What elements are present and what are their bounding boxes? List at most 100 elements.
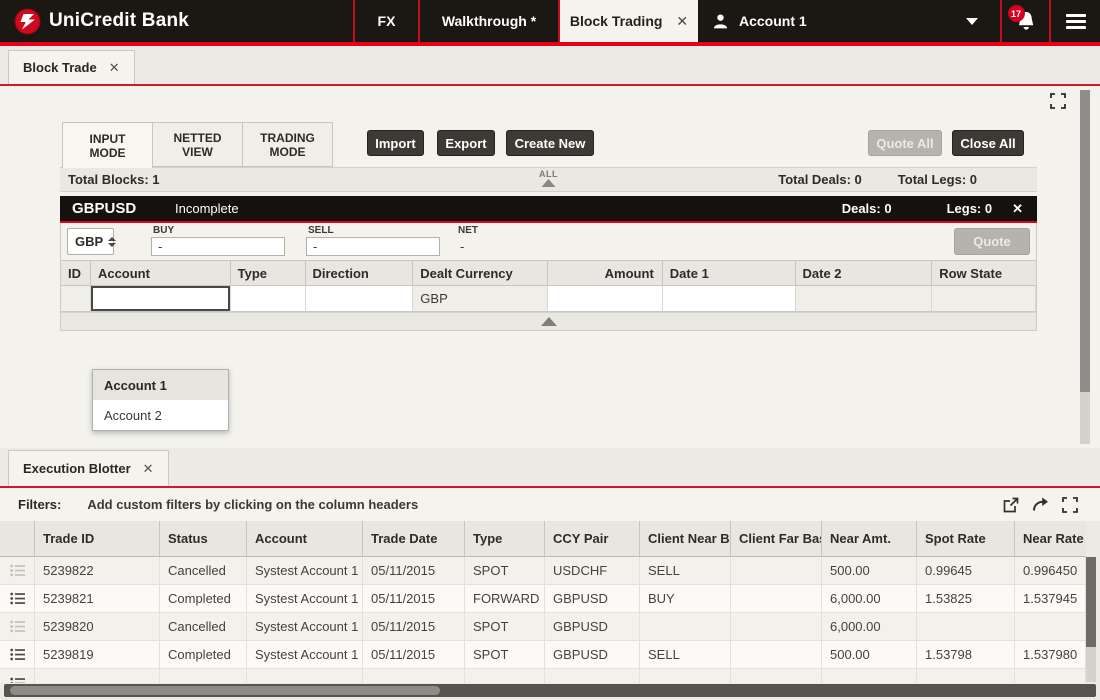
- sell-input[interactable]: [306, 237, 440, 256]
- blotter-header-type[interactable]: Type: [465, 521, 545, 557]
- blotter-header-spot-rate[interactable]: Spot Rate: [917, 521, 1015, 557]
- collapse-up-icon[interactable]: [540, 317, 557, 326]
- blotter-header-trade-id[interactable]: Trade ID: [35, 521, 160, 557]
- cell-account: Systest Account 1: [247, 613, 363, 641]
- cell-trade-date: 05/11/2015: [363, 585, 465, 613]
- blotter-table: Trade ID Status Account Trade Date Type …: [0, 521, 1086, 683]
- grid-header-amount[interactable]: Amount: [548, 260, 663, 286]
- grid-header-row-state[interactable]: Row State: [932, 260, 1036, 286]
- blotter-header-ccy-pair[interactable]: CCY Pair: [545, 521, 640, 557]
- tab-input-mode-line2: MODE: [89, 145, 126, 160]
- spinner-arrows-icon: [108, 236, 117, 247]
- tab-walkthrough[interactable]: Walkthrough *: [418, 0, 558, 42]
- notifications-button[interactable]: 17: [1000, 0, 1049, 42]
- row-menu-cell[interactable]: [0, 585, 35, 613]
- block-collapse-strip: [61, 312, 1036, 330]
- quote-all-button[interactable]: Quote All: [868, 130, 942, 156]
- table-row[interactable]: 5239821 Completed Systest Account 1 05/1…: [0, 585, 1086, 613]
- table-row[interactable]: 5239822 Cancelled Systest Account 1 05/1…: [0, 557, 1086, 585]
- blotter-header-account[interactable]: Account: [247, 521, 363, 557]
- create-new-button[interactable]: Create New: [506, 130, 594, 156]
- table-row[interactable]: 5239819 Completed Systest Account 1 05/1…: [0, 641, 1086, 669]
- close-icon[interactable]: ✕: [1012, 201, 1023, 217]
- tab-block-trade[interactable]: Block Trade ✕: [8, 50, 135, 84]
- blotter-header-trade-date[interactable]: Trade Date: [363, 521, 465, 557]
- grid-header-date1[interactable]: Date 1: [662, 260, 796, 286]
- account-selector[interactable]: Account 1: [698, 0, 1000, 42]
- tab-netted-view[interactable]: NETTED VIEW: [152, 122, 243, 167]
- account-option-1[interactable]: Account 1: [93, 370, 228, 400]
- blotter-header-near-amt[interactable]: Near Amt.: [822, 521, 917, 557]
- scrollbar-thumb[interactable]: [1086, 557, 1096, 647]
- tab-execution-blotter[interactable]: Execution Blotter ✕: [8, 450, 169, 486]
- table-row[interactable]: 5239820 Cancelled Systest Account 1 05/1…: [0, 613, 1086, 641]
- execution-blotter-panel: Execution Blotter ✕ Filters: Add custom …: [0, 448, 1100, 700]
- close-all-button[interactable]: Close All: [952, 130, 1024, 156]
- import-button[interactable]: Import: [367, 130, 424, 156]
- cell-near-rate: 1.537980: [1015, 641, 1086, 669]
- cell-type: FORWARD: [465, 585, 545, 613]
- tab-trading-mode[interactable]: TRADING MODE: [242, 122, 333, 167]
- row-menu-cell[interactable]: [0, 641, 35, 669]
- cell-spot-rate: 1.53825: [917, 585, 1015, 613]
- cell-trade-id: 5239821: [35, 585, 160, 613]
- grid-header-id[interactable]: ID: [61, 260, 91, 286]
- scrollbar-thumb[interactable]: [10, 686, 440, 695]
- blotter-header-status[interactable]: Status: [160, 521, 247, 557]
- expand-icon[interactable]: [1050, 93, 1066, 114]
- account-dropdown: Account 1 Account 2: [92, 369, 229, 431]
- grid-header-type[interactable]: Type: [230, 260, 306, 286]
- row-menu-icon[interactable]: [9, 620, 25, 633]
- blotter-header-near-rate[interactable]: Near Rate: [1015, 521, 1086, 557]
- row-menu-icon[interactable]: [9, 648, 25, 661]
- menu-button[interactable]: [1049, 0, 1100, 42]
- grid-cell-row-state: [932, 286, 1036, 312]
- close-icon[interactable]: ✕: [109, 60, 120, 76]
- row-menu-cell[interactable]: [0, 613, 35, 641]
- vertical-scrollbar[interactable]: [1080, 90, 1090, 444]
- cell-spot-rate: [917, 613, 1015, 641]
- vertical-scrollbar[interactable]: [1086, 557, 1096, 682]
- grid-header-date2[interactable]: Date 2: [795, 260, 933, 286]
- blotter-header-client-near-base[interactable]: Client Near Base: [640, 521, 731, 557]
- row-menu-icon[interactable]: [9, 564, 25, 577]
- collapse-all-control[interactable]: ALL: [539, 169, 558, 187]
- hamburger-icon: [1065, 11, 1086, 32]
- block-pair: GBPUSD: [72, 200, 137, 217]
- tab-block-trading-label: Block Trading: [569, 13, 663, 29]
- tab-block-trading[interactable]: Block Trading ✕: [558, 0, 698, 42]
- currency-select[interactable]: GBP: [67, 228, 117, 255]
- grid-cell-amount[interactable]: [548, 286, 663, 312]
- grid-header-account[interactable]: Account: [90, 260, 231, 286]
- close-icon[interactable]: ✕: [676, 13, 688, 30]
- account-option-2[interactable]: Account 2: [93, 400, 228, 430]
- horizontal-scrollbar[interactable]: [4, 684, 1096, 697]
- share-icon[interactable]: [1032, 497, 1049, 512]
- grid-header-dealt-currency[interactable]: Dealt Currency: [413, 260, 548, 286]
- scrollbar-thumb[interactable]: [1080, 90, 1090, 392]
- tab-fx[interactable]: FX: [353, 0, 418, 42]
- totals-bar: Total Blocks: 1 ALL Total Deals: 0 Total…: [60, 167, 1037, 192]
- cell-client-far-base: [731, 557, 822, 585]
- grid-cell-type[interactable]: [230, 286, 306, 312]
- grid-cell-account: [90, 286, 231, 312]
- close-icon[interactable]: ✕: [143, 461, 154, 477]
- grid-cell-direction[interactable]: [305, 286, 414, 312]
- quote-button[interactable]: Quote: [954, 228, 1030, 255]
- expand-icon[interactable]: [1062, 496, 1078, 513]
- user-icon: [712, 13, 729, 30]
- tab-input-mode[interactable]: INPUT MODE: [62, 122, 153, 168]
- cell-trade-id: 5239820: [35, 613, 160, 641]
- grid-header-direction[interactable]: Direction: [305, 260, 414, 286]
- row-menu-icon[interactable]: [9, 592, 25, 605]
- grid-cell-date1[interactable]: [662, 286, 796, 312]
- blotter-header-client-far-base[interactable]: Client Far Base: [731, 521, 822, 557]
- open-in-new-window-icon[interactable]: [1003, 497, 1019, 513]
- cell-spot-rate: 0.99645: [917, 557, 1015, 585]
- buy-input[interactable]: [151, 237, 285, 256]
- export-button[interactable]: Export: [437, 130, 495, 156]
- app-window: UniCredit Bank FX Walkthrough * Block Tr…: [0, 0, 1100, 700]
- account-input[interactable]: [90, 286, 230, 311]
- cell-account: Systest Account 1: [247, 557, 363, 585]
- row-menu-cell[interactable]: [0, 557, 35, 585]
